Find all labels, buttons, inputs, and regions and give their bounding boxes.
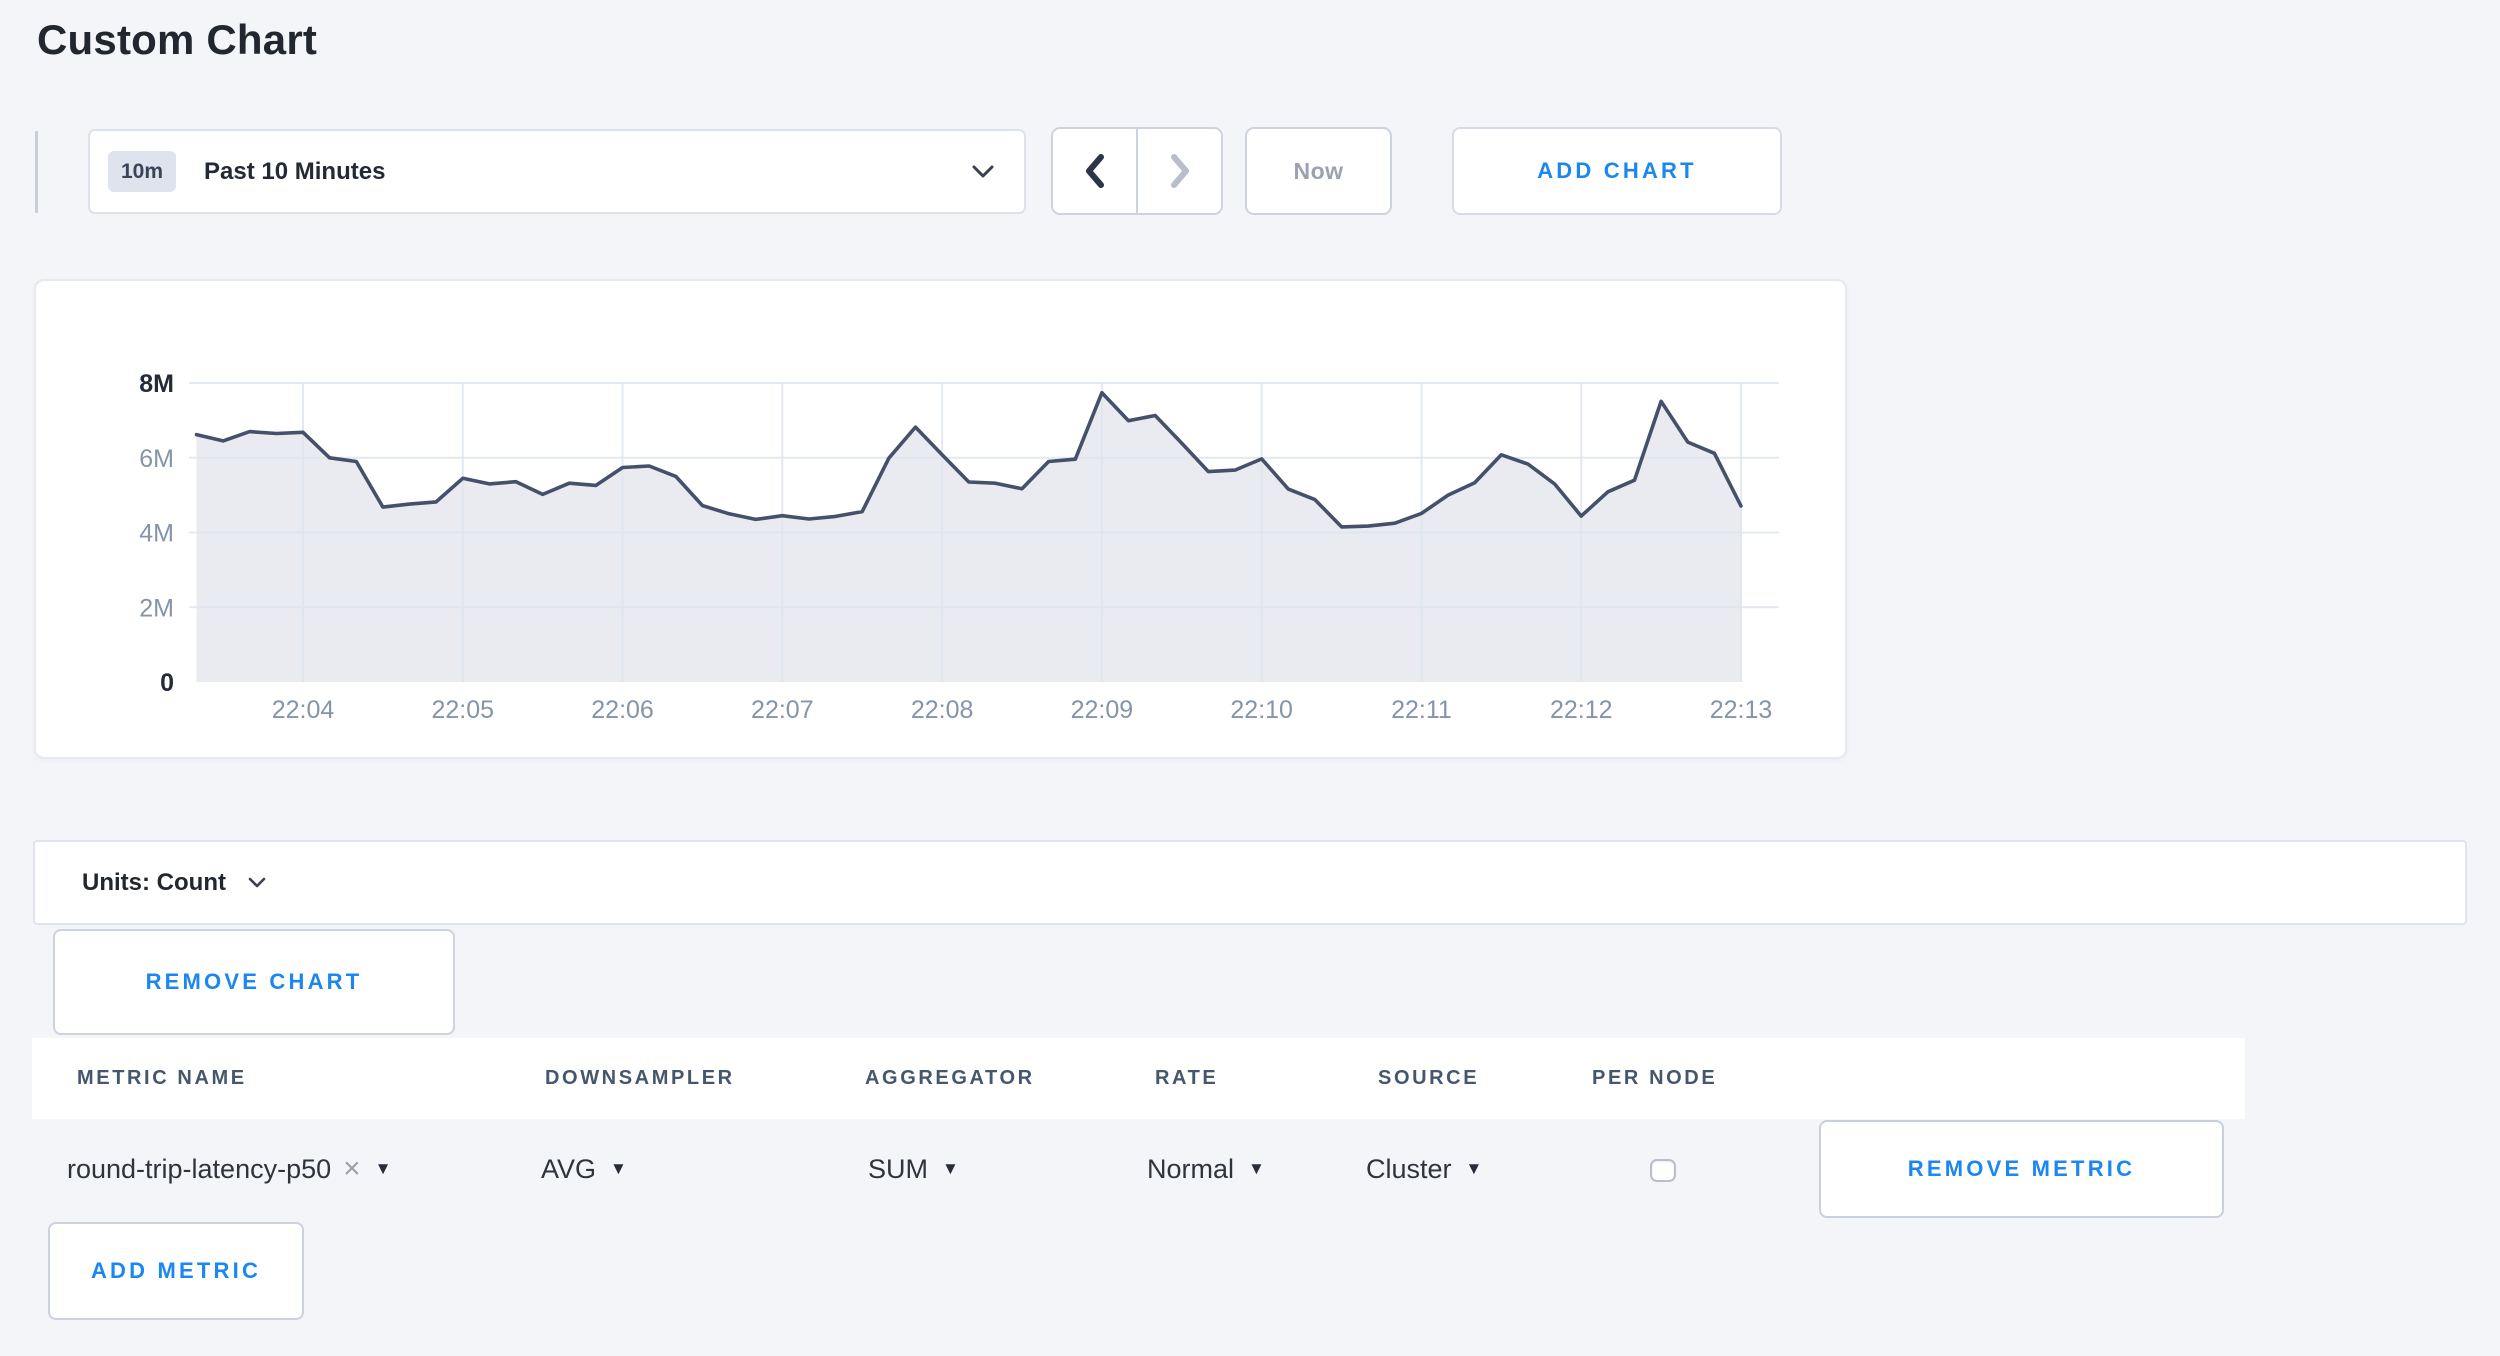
chevron-down-icon — [972, 165, 994, 179]
chevron-right-icon — [1170, 154, 1190, 188]
metric-name-dropdown[interactable]: round-trip-latency-p50 × ▼ — [67, 1119, 392, 1219]
caret-down-icon: ▼ — [1248, 1159, 1265, 1179]
page-title: Custom Chart — [37, 16, 317, 64]
add-metric-label: ADD METRIC — [91, 1258, 261, 1284]
column-header-source: SOURCE — [1378, 1038, 1479, 1119]
caret-down-icon: ▼ — [375, 1159, 392, 1179]
add-chart-label: ADD CHART — [1537, 158, 1697, 184]
units-dropdown-label: Units: Count — [82, 869, 226, 897]
add-metric-button[interactable]: ADD METRIC — [48, 1222, 304, 1320]
clear-metric-icon[interactable]: × — [343, 1154, 361, 1184]
time-scale-badge: 10m — [108, 151, 176, 192]
column-header-aggregator: AGGREGATOR — [865, 1038, 1035, 1119]
caret-down-icon: ▼ — [610, 1159, 627, 1179]
rate-value: Normal — [1147, 1154, 1234, 1185]
svg-text:8M: 8M — [139, 370, 174, 398]
column-header-downsampler: DOWNSAMPLER — [545, 1038, 735, 1119]
now-button[interactable]: Now — [1245, 127, 1392, 215]
metric-table-row: round-trip-latency-p50 × ▼ AVG ▼ SUM ▼ N… — [32, 1119, 2245, 1219]
remove-metric-button[interactable]: REMOVE METRIC — [1819, 1120, 2224, 1218]
metric-name-value: round-trip-latency-p50 — [67, 1154, 331, 1185]
column-header-metric-name: METRIC NAME — [77, 1038, 247, 1119]
svg-text:6M: 6M — [139, 445, 174, 473]
time-range-label: Past 10 Minutes — [204, 158, 972, 186]
remove-metric-label: REMOVE METRIC — [1908, 1156, 2135, 1182]
remove-chart-label: REMOVE CHART — [146, 969, 363, 995]
aggregator-dropdown[interactable]: SUM ▼ — [868, 1119, 959, 1219]
add-chart-button[interactable]: ADD CHART — [1452, 127, 1782, 215]
svg-text:0: 0 — [160, 669, 174, 697]
svg-text:22:05: 22:05 — [431, 696, 494, 724]
time-range-dropdown[interactable]: 10m Past 10 Minutes — [88, 129, 1026, 214]
timeseries-chart: 8M 6M 4M 2M 0 22:04 22:05 22:06 22:07 22:08 22:09 2… — [36, 281, 1845, 757]
svg-text:2M: 2M — [139, 594, 174, 622]
downsampler-dropdown[interactable]: AVG ▼ — [541, 1119, 627, 1219]
caret-down-icon: ▼ — [1466, 1159, 1483, 1179]
svg-text:22:07: 22:07 — [751, 696, 814, 724]
per-node-checkbox[interactable] — [1650, 1159, 1676, 1182]
time-nav-group — [1051, 127, 1223, 215]
svg-text:22:09: 22:09 — [1071, 696, 1134, 724]
aggregator-value: SUM — [868, 1154, 928, 1185]
time-forward-button[interactable] — [1136, 129, 1221, 213]
downsampler-value: AVG — [541, 1154, 596, 1185]
toolbar-divider — [35, 131, 38, 213]
svg-text:22:12: 22:12 — [1550, 696, 1613, 724]
time-back-button[interactable] — [1053, 129, 1136, 213]
svg-text:22:06: 22:06 — [591, 696, 654, 724]
column-header-rate: RATE — [1155, 1038, 1218, 1119]
chart-card: 8M 6M 4M 2M 0 22:04 22:05 22:06 22:07 22:08 22:09 2… — [34, 279, 1847, 759]
svg-text:22:13: 22:13 — [1710, 696, 1773, 724]
units-dropdown[interactable]: Units: Count — [33, 840, 2467, 925]
rate-dropdown[interactable]: Normal ▼ — [1147, 1119, 1265, 1219]
now-button-label: Now — [1293, 158, 1343, 185]
svg-text:22:10: 22:10 — [1230, 696, 1293, 724]
column-header-per-node: PER NODE — [1592, 1038, 1717, 1119]
svg-text:22:08: 22:08 — [911, 696, 974, 724]
svg-text:22:04: 22:04 — [272, 696, 335, 724]
source-value: Cluster — [1366, 1154, 1452, 1185]
svg-text:4M: 4M — [139, 520, 174, 548]
chevron-left-icon — [1085, 154, 1105, 188]
chevron-down-icon — [248, 877, 266, 889]
source-dropdown[interactable]: Cluster ▼ — [1366, 1119, 1482, 1219]
metrics-table-header: METRIC NAME DOWNSAMPLER AGGREGATOR RATE … — [32, 1038, 2245, 1119]
caret-down-icon: ▼ — [942, 1159, 959, 1179]
svg-text:22:11: 22:11 — [1391, 696, 1452, 724]
remove-chart-button[interactable]: REMOVE CHART — [53, 929, 455, 1035]
